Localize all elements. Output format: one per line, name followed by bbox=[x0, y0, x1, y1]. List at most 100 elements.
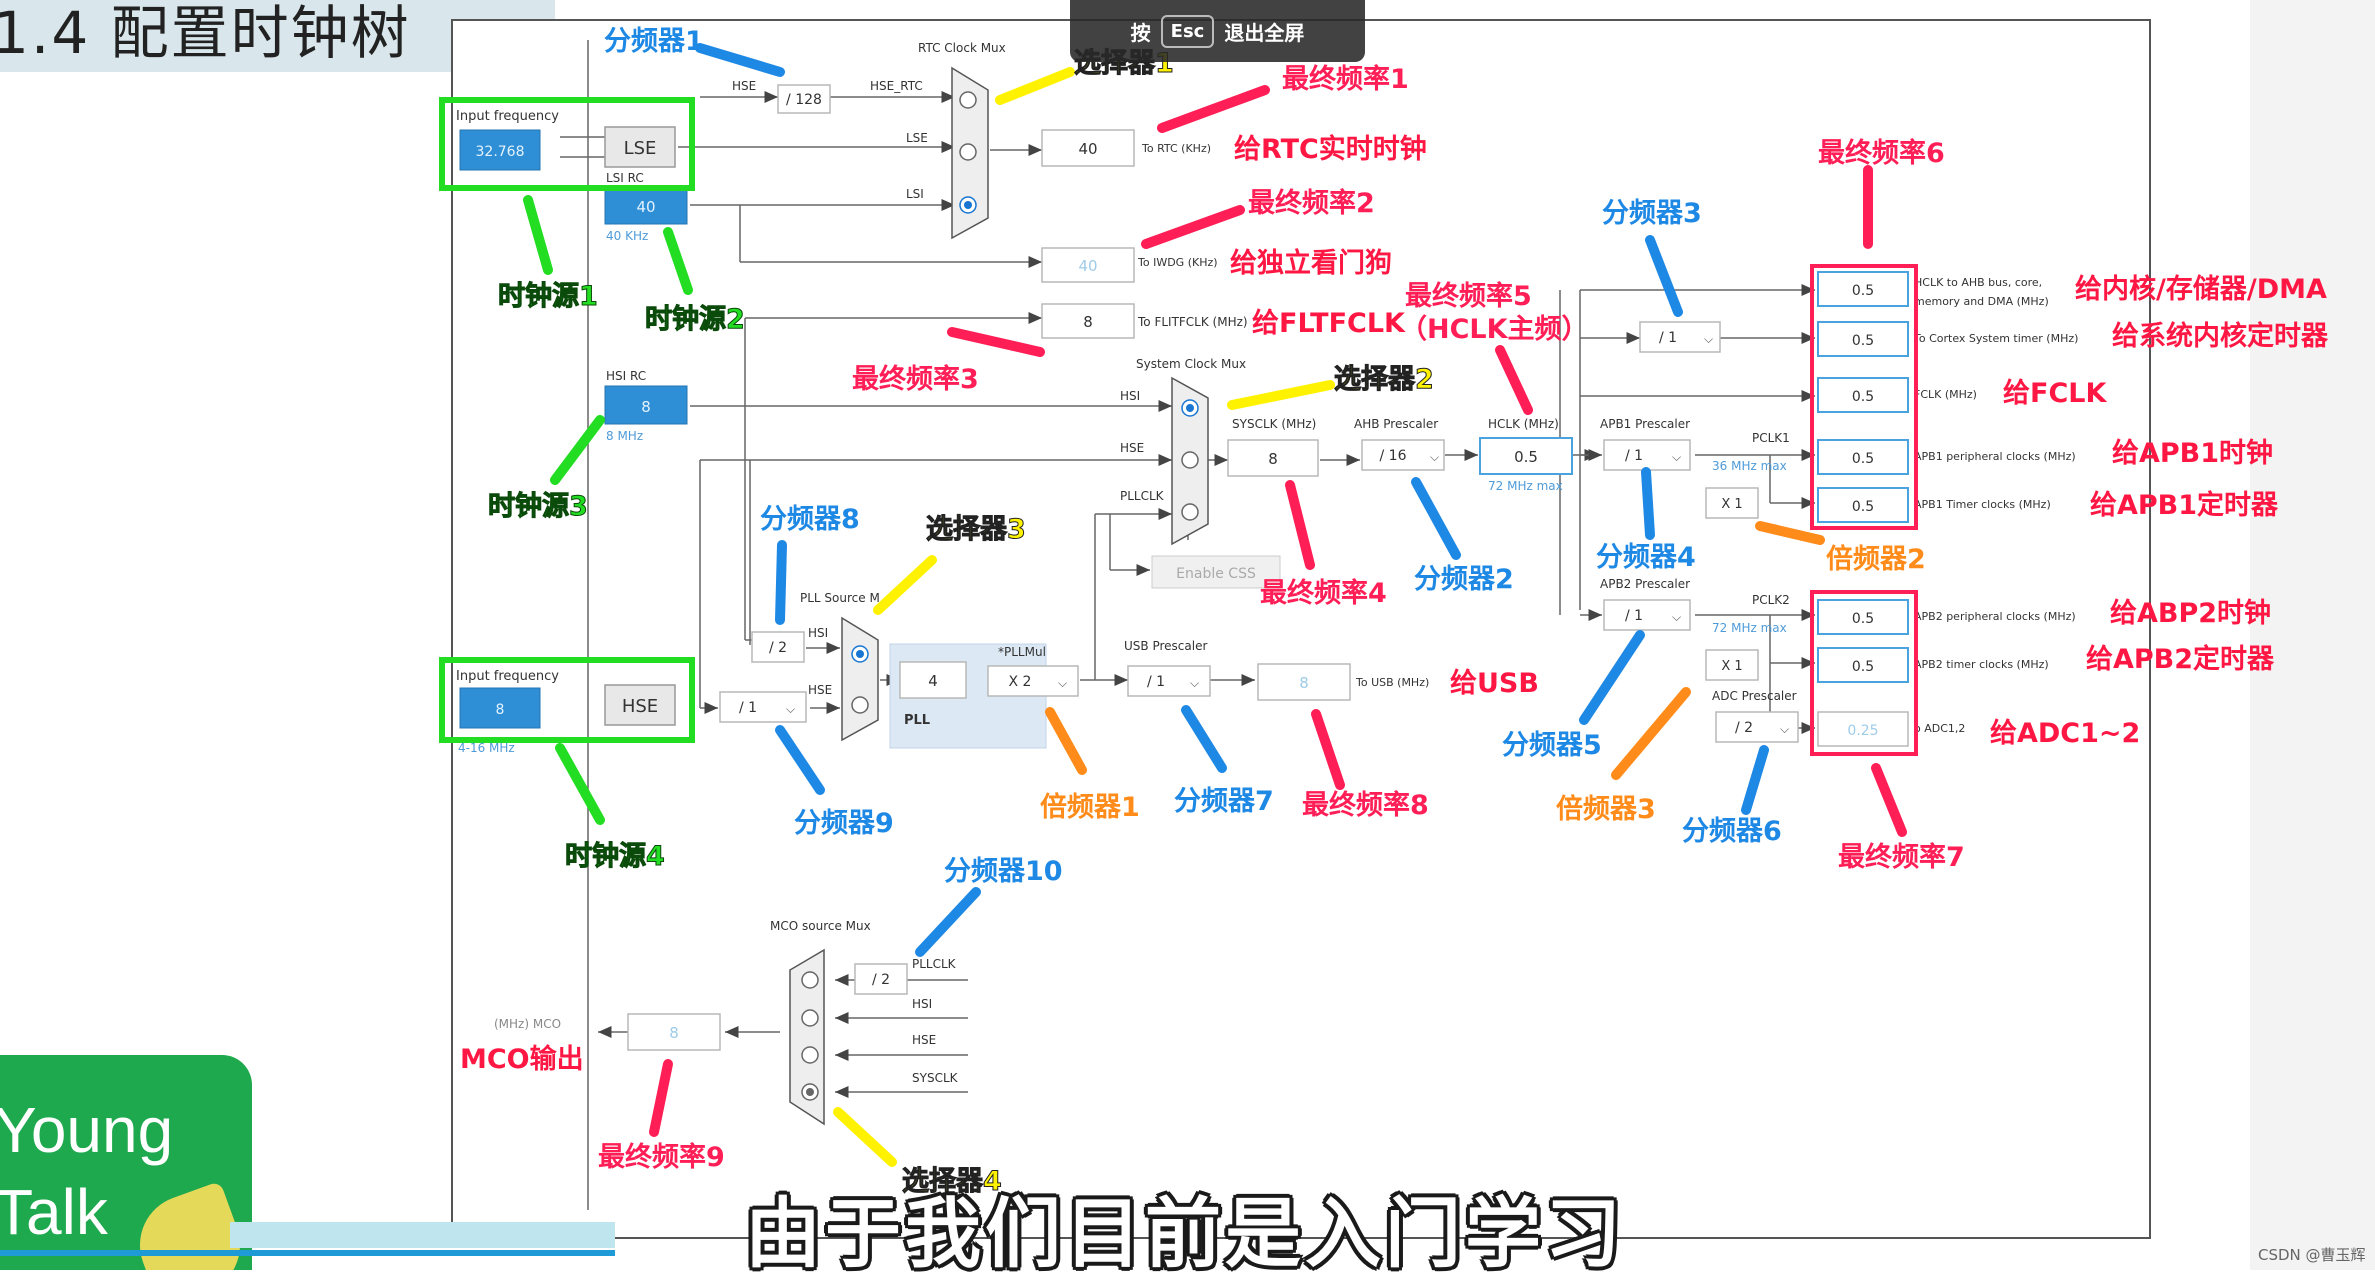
rtc-mux-radio-lse[interactable] bbox=[959, 143, 977, 161]
ann-mul1: 倍频器1 bbox=[1040, 791, 1140, 823]
pclk2-label: PCLK2 bbox=[1752, 593, 1790, 607]
pll-label: PLL bbox=[904, 713, 930, 728]
ann-div4: 分频器4 bbox=[1596, 542, 1696, 573]
output-value-7: 0.25 bbox=[1847, 723, 1878, 739]
ann-flit: 给FLTFCLK bbox=[1252, 308, 1406, 339]
ann-mul2: 倍频器2 bbox=[1826, 543, 1926, 575]
ann-mco: MCO输出 bbox=[460, 1043, 584, 1075]
ann-div2: 分频器2 bbox=[1414, 564, 1514, 595]
rtc-hse-divider-value: / 128 bbox=[786, 92, 822, 108]
ann-final7: 最终频率7 bbox=[1838, 841, 1965, 873]
sys-mux-radio-hsi-dot bbox=[1186, 404, 1194, 412]
hse-range: 4-16 MHz bbox=[458, 741, 515, 755]
output-value-5: 0.5 bbox=[1852, 611, 1874, 627]
rtc-lse-label: LSE bbox=[906, 131, 928, 145]
lse-input-label: Input frequency bbox=[456, 109, 559, 124]
ann-div5: 分频器5 bbox=[1502, 730, 1602, 761]
flit-output-value: 8 bbox=[1083, 313, 1093, 331]
output-label-1: To Cortex System timer (MHz) bbox=[1913, 332, 2078, 345]
sysclk-label: SYSCLK (MHz) bbox=[1232, 417, 1316, 431]
apb2-prescaler-value: / 1 bbox=[1625, 608, 1643, 624]
ann-usb: 给USB bbox=[1450, 668, 1539, 699]
apb2-chevron-down-icon: ⌵ bbox=[1672, 610, 1681, 624]
output-value-1: 0.5 bbox=[1852, 333, 1874, 349]
rtc-hse-rtc-label: HSE_RTC bbox=[870, 79, 923, 93]
apb1-label: APB1 Prescaler bbox=[1600, 417, 1690, 431]
mco-mux-title: MCO source Mux bbox=[770, 919, 871, 933]
ann-div3: 分频器3 bbox=[1602, 198, 1702, 229]
ahb-prescaler-value: / 16 bbox=[1380, 448, 1407, 464]
lsi-unit: 40 KHz bbox=[606, 229, 648, 243]
output-label-6: APB2 timer clocks (MHz) bbox=[1914, 658, 2049, 671]
pll-input-value: 4 bbox=[928, 672, 938, 690]
ann-final9: 最终频率9 bbox=[598, 1141, 725, 1173]
mco-mux-radio-hsi[interactable] bbox=[801, 1009, 819, 1027]
mco-mux-radio-pll[interactable] bbox=[801, 971, 819, 989]
clock-tree-diagram: Input frequency 32.768 LSE LSI RC 40 40 … bbox=[439, 19, 2329, 1239]
apb2-max: 72 MHz max bbox=[1712, 621, 1787, 635]
adc-label: ADC Prescaler bbox=[1712, 689, 1797, 703]
usb-output-value: 8 bbox=[1299, 674, 1309, 692]
ann-rtc: 给RTC实时时钟 bbox=[1234, 133, 1427, 165]
ann-systimer: 给系统内核定时器 bbox=[2112, 320, 2329, 352]
enable-css-label: Enable CSS bbox=[1176, 566, 1256, 582]
clock-tree-screen: 1.4 配置时钟树 Input frequency 32.768 LSE LSI… bbox=[0, 0, 2375, 1278]
hsi-unit: 8 MHz bbox=[606, 429, 643, 443]
mco-mux-radio-hse[interactable] bbox=[801, 1046, 819, 1064]
to-rtc-label: To RTC (KHz) bbox=[1141, 142, 1211, 155]
logo-line1: Young bbox=[0, 1094, 174, 1166]
apb1-prescaler-value: / 1 bbox=[1625, 448, 1643, 464]
mco-sys-label: SYSCLK bbox=[912, 1071, 959, 1085]
ann-final1: 最终频率1 bbox=[1282, 63, 1409, 95]
usb-chevron-down-icon: ⌵ bbox=[1190, 676, 1199, 690]
ann-abp2clk: 给ABP2时钟 bbox=[2110, 598, 2271, 629]
mco-hse-label: HSE bbox=[912, 1033, 936, 1047]
hclk-max: 72 MHz max bbox=[1488, 479, 1563, 493]
apb1-multiplier-value: X 1 bbox=[1721, 497, 1742, 512]
rtc-mux-radio-hse[interactable] bbox=[959, 91, 977, 109]
fullscreen-exit-overlay[interactable]: 按 Esc 退出全屏 bbox=[1070, 0, 1365, 62]
pclk1-label: PCLK1 bbox=[1752, 431, 1790, 445]
ann-src1: 时钟源1 bbox=[498, 281, 598, 312]
hse-predivider-chevron-down-icon: ⌵ bbox=[786, 702, 795, 716]
ann-div7: 分频器7 bbox=[1174, 786, 1274, 817]
mco-output-value: 8 bbox=[669, 1024, 679, 1042]
apb2-multiplier-value: X 1 bbox=[1721, 659, 1742, 674]
ann-adc: 给ADC1~2 bbox=[1990, 718, 2140, 749]
csdn-watermark: CSDN @曹玉辉 bbox=[2258, 1246, 2366, 1264]
cortex-divider-value: / 1 bbox=[1659, 330, 1677, 346]
usb-prescaler-value: / 1 bbox=[1147, 674, 1165, 690]
to-iwdg-label: To IWDG (KHz) bbox=[1137, 256, 1218, 269]
output-label-7: o ADC1,2 bbox=[1914, 722, 1965, 735]
to-usb-label: To USB (MHz) bbox=[1355, 676, 1429, 689]
lse-value: 32.768 bbox=[476, 144, 525, 160]
ann-final3: 最终频率3 bbox=[852, 363, 979, 395]
output-label-4: APB1 Timer clocks (MHz) bbox=[1914, 498, 2051, 511]
sys-hse-label: HSE bbox=[1120, 441, 1144, 455]
hclk-label: HCLK (MHz) bbox=[1488, 417, 1559, 431]
sys-pll-label: PLLCLK bbox=[1120, 489, 1165, 503]
sysclk-value: 8 bbox=[1268, 450, 1278, 468]
output-sub-label-0: memory and DMA (MHz) bbox=[1914, 295, 2049, 308]
rtc-mux-radio-lsi-dot bbox=[964, 201, 972, 209]
ann-core: 给内核/存储器/DMA bbox=[2075, 273, 2327, 305]
pll-mux-radio-hse[interactable] bbox=[851, 696, 869, 714]
ahb-chevron-down-icon: ⌵ bbox=[1430, 450, 1439, 464]
usb-prescaler-label: USB Prescaler bbox=[1124, 639, 1207, 653]
video-subtitle: 由于我们目前是入门学习 bbox=[745, 1189, 1625, 1278]
hsi-value: 8 bbox=[641, 398, 651, 416]
rtc-mux-title: RTC Clock Mux bbox=[918, 41, 1006, 55]
output-value-3: 0.5 bbox=[1852, 451, 1874, 467]
pll-source-mux bbox=[841, 616, 879, 742]
output-label-0: HCLK to AHB bus, core, bbox=[1914, 276, 2042, 289]
cortex-chevron-down-icon: ⌵ bbox=[1704, 332, 1713, 346]
hse-input-label: Input frequency bbox=[456, 669, 559, 684]
logo-line2: Talk bbox=[0, 1176, 108, 1248]
pll-multiplier-value: X 2 bbox=[1009, 674, 1032, 690]
apb1-chevron-down-icon: ⌵ bbox=[1672, 450, 1681, 464]
esc-key-badge: Esc bbox=[1160, 14, 1215, 48]
mco-hsi-label: HSI bbox=[912, 997, 932, 1011]
output-value-2: 0.5 bbox=[1852, 389, 1874, 405]
sys-mux-radio-pll[interactable] bbox=[1181, 503, 1199, 521]
sys-mux-radio-hse[interactable] bbox=[1181, 451, 1199, 469]
